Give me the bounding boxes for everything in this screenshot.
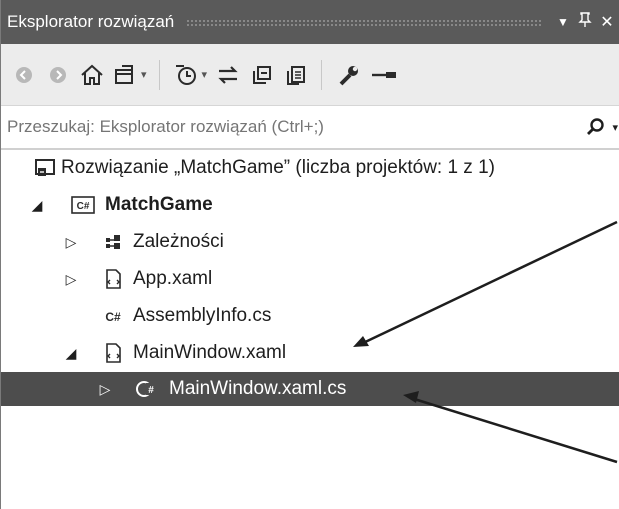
search-icon[interactable] bbox=[586, 117, 606, 137]
svg-text:C#: C# bbox=[77, 201, 90, 212]
sync-view-icon[interactable]: ▾ bbox=[113, 60, 147, 90]
expanded-arrow-icon[interactable]: ◢ bbox=[29, 197, 45, 214]
svg-text:C#: C# bbox=[105, 310, 121, 324]
search-options-chevron-icon[interactable]: ▾ bbox=[612, 121, 618, 134]
solution-explorer-panel: Eksplorator rozwiązań ▼ ✕ ▾ ▾ Przeszukaj… bbox=[0, 0, 619, 509]
tree-item-label: MatchGame bbox=[105, 194, 213, 215]
preview-icon[interactable] bbox=[370, 60, 398, 90]
collapsed-arrow-icon[interactable]: ▷ bbox=[97, 381, 113, 398]
tree-item-mainwindow-xaml[interactable]: ◢ MainWindow.xaml bbox=[1, 336, 619, 370]
chevron-down-icon[interactable]: ▾ bbox=[202, 68, 208, 81]
back-icon[interactable] bbox=[11, 60, 37, 90]
search-input[interactable] bbox=[1, 116, 587, 138]
collapsed-arrow-icon[interactable]: ▷ bbox=[63, 271, 79, 288]
panel-titlebar[interactable]: Eksplorator rozwiązań ▼ ✕ bbox=[1, 0, 619, 44]
tree-item-label: AssemblyInfo.cs bbox=[133, 305, 272, 326]
tree-item-label: MainWindow.xaml.cs bbox=[169, 378, 347, 399]
toolbar-separator bbox=[321, 59, 323, 90]
tree-item-dependencies[interactable]: ▷ Zależności bbox=[1, 225, 619, 259]
tree-item-project[interactable]: ◢ C# MatchGame bbox=[1, 188, 619, 222]
toolbar: ▾ ▾ bbox=[1, 44, 619, 106]
expanded-arrow-icon[interactable]: ◢ bbox=[63, 345, 79, 362]
properties-icon[interactable] bbox=[336, 60, 362, 90]
tree-item-assemblyinfo[interactable]: C# AssemblyInfo.cs bbox=[1, 299, 619, 333]
csharp-project-icon: C# bbox=[71, 193, 95, 217]
tree-item-solution[interactable]: Rozwiązanie „MatchGame” (liczba projektó… bbox=[1, 151, 619, 185]
collapsed-arrow-icon[interactable]: ▷ bbox=[63, 234, 79, 251]
close-icon[interactable]: ✕ bbox=[596, 12, 618, 32]
dependencies-icon bbox=[101, 230, 125, 254]
toolbar-separator bbox=[158, 59, 160, 90]
refresh-icon[interactable] bbox=[215, 60, 241, 90]
home-icon[interactable] bbox=[79, 60, 105, 90]
csharp-file-icon: C# bbox=[101, 304, 125, 328]
forward-icon[interactable] bbox=[45, 60, 71, 90]
collapse-all-icon[interactable] bbox=[249, 60, 275, 90]
tree-item-label: MainWindow.xaml bbox=[133, 342, 287, 363]
panel-title: Eksplorator rozwiązań bbox=[7, 12, 175, 31]
window-position-dropdown-icon[interactable]: ▼ bbox=[552, 15, 574, 29]
show-all-files-icon[interactable] bbox=[283, 60, 309, 90]
drag-grip[interactable] bbox=[186, 18, 542, 26]
pin-icon[interactable] bbox=[574, 11, 596, 33]
solution-icon bbox=[33, 156, 57, 180]
tree-item-label: Rozwiązanie „MatchGame” (liczba projektó… bbox=[61, 157, 495, 178]
tree-item-label: Zależności bbox=[133, 231, 224, 252]
csharp-class-file-icon: # bbox=[135, 377, 159, 401]
xaml-file-icon bbox=[101, 267, 125, 291]
tree-item-app-xaml[interactable]: ▷ App.xaml bbox=[1, 262, 619, 296]
xaml-file-icon bbox=[101, 341, 125, 365]
tree-item-mainwindow-cs[interactable]: ▷ # MainWindow.xaml.cs bbox=[1, 372, 619, 406]
tree-item-label: App.xaml bbox=[133, 268, 213, 289]
svg-text:#: # bbox=[148, 385, 154, 396]
annotation-arrow-to-cs bbox=[410, 396, 618, 464]
chevron-down-icon[interactable]: ▾ bbox=[141, 68, 147, 81]
pending-changes-icon[interactable]: ▾ bbox=[174, 60, 208, 90]
search-bar: ▾ bbox=[1, 106, 619, 150]
